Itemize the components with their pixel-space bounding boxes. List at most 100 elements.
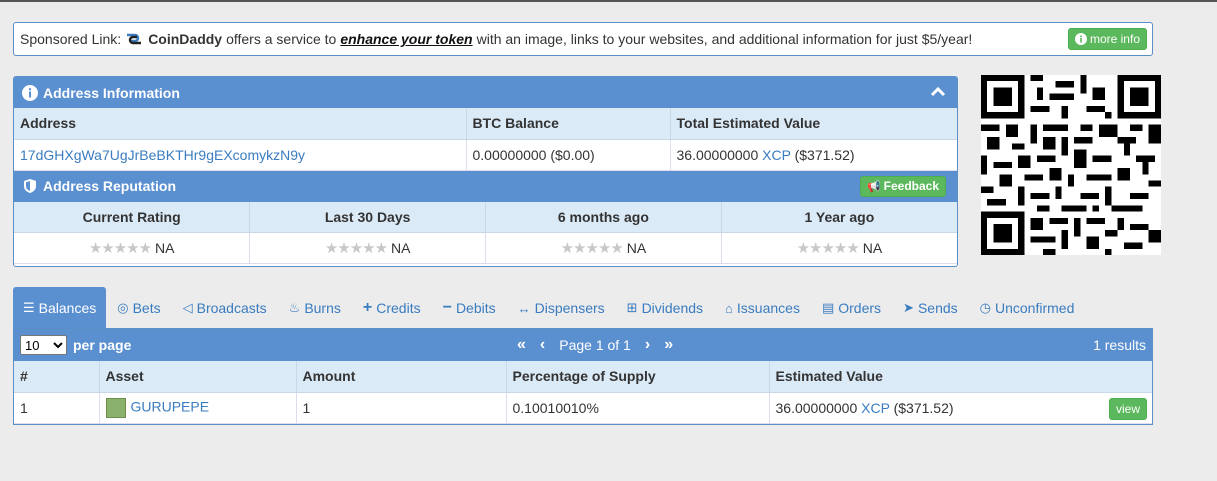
info-circle-icon <box>1074 33 1087 45</box>
last-30-days-value: NA <box>390 240 411 256</box>
sponsor-prefix: Sponsored Link: <box>20 31 122 47</box>
estimated-value-usd: ($371.52) <box>893 399 954 416</box>
more-info-label: more info <box>1089 32 1140 46</box>
sponsor-brand[interactable]: CoinDaddy <box>148 31 222 47</box>
bullhorn-icon: 📢 <box>866 180 881 193</box>
total-value-header: Total Estimated Value <box>670 108 957 140</box>
estimated-value-header: Estimated Value <box>769 361 1152 393</box>
tab-bets-label: Bets <box>132 300 161 316</box>
address-information-panel: Address Information Address BTC Balance … <box>13 76 958 267</box>
arrows-icon: ↔ <box>517 300 531 316</box>
tab-balances[interactable]: ☰ Balances <box>13 287 107 329</box>
star-rating-icon: ★★★★★ <box>324 240 388 257</box>
total-value-amount: 36.00000000 <box>676 146 759 163</box>
tab-credits-label: Credits <box>376 300 421 316</box>
num-header: # <box>14 361 100 393</box>
info-circle-icon <box>22 84 38 101</box>
address-link[interactable]: 17dGHXgWa7UgJrBeBKTHr9gEXcomykzN9y <box>20 147 305 163</box>
bank-icon: ⌂ <box>725 300 733 316</box>
pagination: « ‹ Page 1 of 1 › » <box>510 329 680 361</box>
1-year-header: 1 Year ago <box>721 201 957 233</box>
reputation-table: Current Rating Last 30 Days 6 months ago… <box>14 201 957 264</box>
balances-panel: 10 per page « ‹ Page 1 of 1 › » 1 result… <box>13 328 1153 425</box>
book-icon: ▤ <box>821 300 835 315</box>
clock-icon: ◷ <box>979 300 991 315</box>
prev-page-icon[interactable]: ‹ <box>533 336 552 354</box>
target-icon: ◎ <box>117 300 129 315</box>
minus-icon: − <box>442 299 452 316</box>
address-reputation-title: Address Reputation <box>43 178 177 194</box>
tab-unconfirmed[interactable]: ◷ Unconfirmed <box>969 287 1086 329</box>
estimated-value-cell: 36.00000000 XCP ($371.52) <box>769 392 1152 424</box>
tab-debits-label: Debits <box>455 300 496 316</box>
tab-dispensers[interactable]: ↔ Dispensers <box>507 287 616 329</box>
tab-credits[interactable]: + Credits <box>352 287 432 329</box>
sponsor-text-1: offers a service to <box>226 31 337 47</box>
asset-thumbnail <box>105 397 126 418</box>
total-value-cell: 36.00000000 XCP ($371.52) <box>670 139 957 171</box>
last-page-icon[interactable]: » <box>657 336 680 354</box>
sponsor-text-2: with an image, links to your websites, a… <box>476 31 973 47</box>
address-reputation-header: Address Reputation 📢 Feedback <box>14 170 957 202</box>
feedback-button[interactable]: 📢 Feedback <box>859 175 946 197</box>
star-rating-icon: ★★★★★ <box>88 240 152 257</box>
coindaddy-logo-icon <box>127 33 142 45</box>
total-value-unit-link[interactable]: XCP <box>762 147 791 163</box>
6-months-cell: ★★★★★ NA <box>485 232 722 264</box>
tab-dispensers-label: Dispensers <box>534 300 605 316</box>
view-button[interactable]: view <box>1108 398 1147 420</box>
estimated-value-unit-link[interactable]: XCP <box>861 400 890 416</box>
plus-icon: + <box>362 299 373 316</box>
qr-code <box>981 75 1161 255</box>
row-num: 1 <box>14 392 100 424</box>
address-table: Address BTC Balance Total Estimated Valu… <box>14 108 957 171</box>
tab-broadcasts-label: Broadcasts <box>196 300 267 316</box>
tab-orders-label: Orders <box>838 300 882 316</box>
enhance-token-link[interactable]: enhance your token <box>340 31 472 47</box>
star-rating-icon: ★★★★★ <box>796 240 860 257</box>
last-30-days-header: Last 30 Days <box>249 201 486 233</box>
tab-burns[interactable]: ♨ Burns <box>278 287 352 329</box>
tab-issuances[interactable]: ⌂ Issuances <box>714 287 811 329</box>
amount-header: Amount <box>296 361 507 393</box>
current-rating-header: Current Rating <box>14 201 251 233</box>
tab-burns-label: Burns <box>304 300 341 316</box>
asset-link[interactable]: GURUPEPE <box>131 398 210 414</box>
6-months-header: 6 months ago <box>485 201 722 233</box>
more-info-button[interactable]: more info <box>1067 28 1147 50</box>
tab-dividends[interactable]: ⊞ Dividends <box>616 287 714 329</box>
first-page-icon[interactable]: « <box>510 336 533 354</box>
tab-sends-label: Sends <box>917 300 958 316</box>
address-header: Address <box>14 108 467 140</box>
sponsored-link-bar: Sponsored Link: CoinDaddy offers a servi… <box>13 22 1153 56</box>
chevron-up-icon[interactable] <box>931 86 945 98</box>
total-value-usd: ($371.52) <box>794 146 855 163</box>
table-row: 1 GURUPEPE 1 0.10010010% 36.00000000 XCP… <box>14 392 1152 424</box>
tab-bets[interactable]: ◎ Bets <box>106 287 171 329</box>
tab-broadcasts[interactable]: ◁ Broadcasts <box>172 287 278 329</box>
last-30-days-cell: ★★★★★ NA <box>249 232 486 264</box>
estimated-value-amount: 36.00000000 <box>775 399 858 416</box>
tab-issuances-label: Issuances <box>736 300 800 316</box>
sitemap-icon: ⊞ <box>626 300 638 315</box>
per-page-select[interactable]: 10 <box>20 335 67 355</box>
next-page-icon[interactable]: › <box>638 336 657 354</box>
amount-cell: 1 <box>296 392 507 424</box>
tab-sends[interactable]: ➤ Sends <box>892 287 969 329</box>
tab-bar: ☰ Balances ◎ Bets ◁ Broadcasts ♨ Burns + Cred… <box>13 287 1153 329</box>
balances-toolbar: 10 per page « ‹ Page 1 of 1 › » 1 result… <box>14 329 1152 361</box>
btc-balance-value: 0.00000000 ($0.00) <box>466 139 671 171</box>
btc-balance-header: BTC Balance <box>466 108 671 140</box>
paper-plane-icon: ➤ <box>903 300 914 315</box>
tab-orders[interactable]: ▤ Orders <box>811 287 892 329</box>
percentage-header: Percentage of Supply <box>506 361 770 393</box>
tab-unconfirmed-label: Unconfirmed <box>995 300 1075 316</box>
page-indicator: Page 1 of 1 <box>559 337 631 353</box>
results-count: 1 results <box>1093 337 1146 353</box>
balances-table: # Asset Amount Percentage of Supply Esti… <box>14 361 1152 424</box>
tab-balances-label: Balances <box>38 300 97 316</box>
tab-dividends-label: Dividends <box>641 300 704 316</box>
fire-icon: ♨ <box>288 300 301 315</box>
tab-debits[interactable]: − Debits <box>432 287 507 329</box>
shield-icon <box>24 179 36 193</box>
